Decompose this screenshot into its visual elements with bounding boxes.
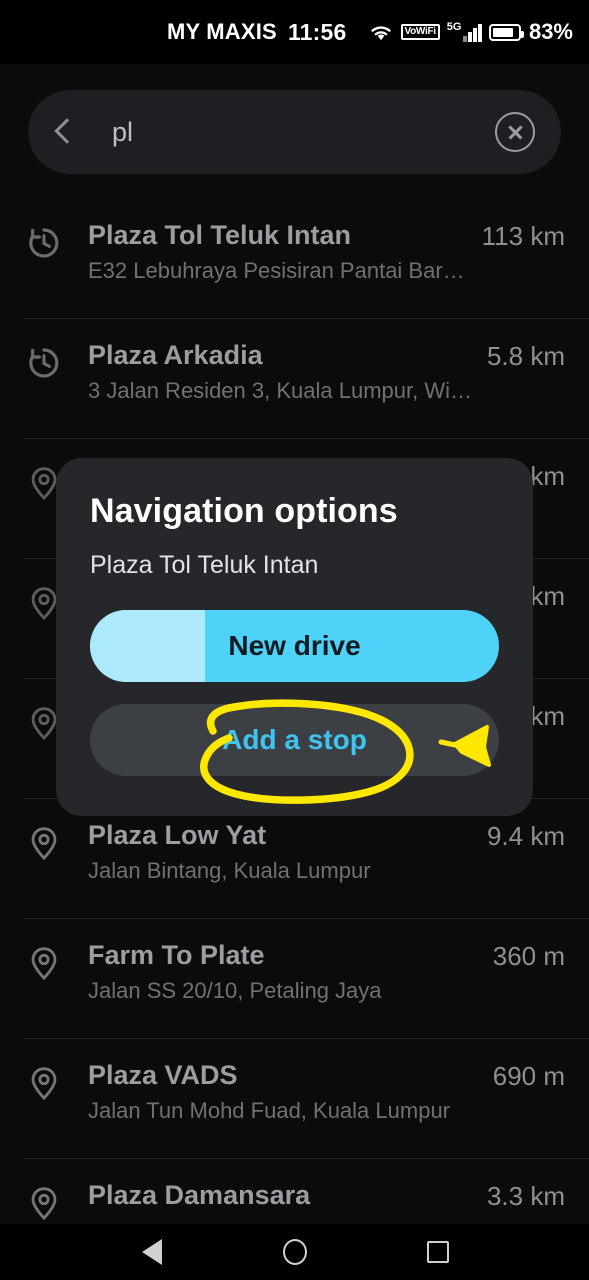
list-item[interactable]: Plaza Arkadia 3 Jalan Residen 3, Kuala L… <box>0 318 589 438</box>
status-clock: 11:56 <box>287 18 347 45</box>
list-item-text: Plaza Low Yat Jalan Bintang, Kuala Lumpu… <box>82 820 473 884</box>
new-drive-label: New drive <box>228 630 361 661</box>
list-item-subtitle: E32 Lebuhraya Pesisiran Pantai Bara… <box>88 258 468 284</box>
search-bar[interactable]: pl <box>28 90 561 174</box>
list-item-distance: 690 m <box>492 1061 565 1091</box>
signal-bars-icon <box>463 22 482 42</box>
list-item-distance: 3.3 km <box>486 1181 565 1211</box>
carrier-label: MY MAXIS <box>166 19 277 44</box>
list-item-distance: 9.4 km <box>486 821 565 851</box>
list-item[interactable]: Plaza Tol Teluk Intan E32 Lebuhraya Pesi… <box>0 198 589 318</box>
back-chevron-icon[interactable] <box>46 115 80 149</box>
nav-back-triangle-icon <box>141 1239 162 1265</box>
list-item-distance: 360 m <box>492 941 565 971</box>
list-item-title: Plaza Damansara <box>88 1180 311 1210</box>
clear-icon[interactable] <box>495 112 535 152</box>
nav-back-button[interactable] <box>129 1229 175 1275</box>
nav-home-button[interactable] <box>272 1229 318 1275</box>
battery-percent-label: 83% <box>528 19 573 44</box>
network-type-label: 5G <box>446 21 462 33</box>
status-icons: VoWiFi 5G 83% <box>368 19 573 45</box>
dialog-title: Navigation options <box>90 492 398 530</box>
list-item[interactable]: Plaza Low Yat Jalan Bintang, Kuala Lumpu… <box>0 798 589 918</box>
list-item-text: Plaza VADS Jalan Tun Mohd Fuad, Kuala Lu… <box>82 1060 479 1124</box>
list-item-subtitle: Jalan SS 20/10, Petaling Jaya <box>88 978 382 1004</box>
new-drive-progress-segment <box>90 610 205 682</box>
list-item-distance: 113 km <box>481 221 565 251</box>
search-input[interactable]: pl <box>112 117 495 148</box>
list-item-subtitle: 3 Jalan Residen 3, Kuala Lumpur, Wil… <box>88 378 473 404</box>
add-a-stop-button[interactable]: Add a stop <box>90 704 499 776</box>
list-item-title: Plaza VADS <box>88 1060 238 1090</box>
wifi-icon <box>368 22 394 42</box>
list-item-subtitle: Jalan Bintang, Kuala Lumpur <box>88 858 371 884</box>
list-item-title: Farm To Plate <box>88 940 265 970</box>
history-clock-icon <box>24 340 82 384</box>
map-pin-icon <box>24 820 82 864</box>
list-item-text: Plaza Damansara <box>82 1180 473 1218</box>
list-item-distance: 5.8 km <box>486 341 565 371</box>
list-item[interactable]: Plaza VADS Jalan Tun Mohd Fuad, Kuala Lu… <box>0 1038 589 1158</box>
search-bar-container: pl <box>28 90 561 174</box>
cellular-signal-icon: 5G <box>447 22 482 42</box>
phone-screen: MY MAXIS 11:56 VoWiFi 5G 83% pl Plaza To… <box>0 0 589 1280</box>
nav-recents-square-icon <box>426 1241 449 1263</box>
list-item[interactable]: Farm To Plate Jalan SS 20/10, Petaling J… <box>0 918 589 1038</box>
dialog-subtitle: Plaza Tol Teluk Intan <box>90 551 319 579</box>
list-item-subtitle: Jalan Tun Mohd Fuad, Kuala Lumpur <box>88 1098 451 1124</box>
list-item-title: Plaza Tol Teluk Intan <box>88 220 352 250</box>
nav-recents-button[interactable] <box>415 1229 461 1275</box>
nav-home-circle-icon <box>282 1239 307 1265</box>
map-pin-icon <box>24 940 82 984</box>
battery-icon <box>488 23 524 41</box>
new-drive-button[interactable]: New drive <box>90 610 499 682</box>
history-clock-icon <box>24 220 82 264</box>
list-item-text: Farm To Plate Jalan SS 20/10, Petaling J… <box>82 940 479 1004</box>
list-item-text: Plaza Tol Teluk Intan E32 Lebuhraya Pesi… <box>82 220 468 284</box>
map-pin-icon <box>24 1060 82 1104</box>
list-item-title: Plaza Arkadia <box>88 340 263 370</box>
add-a-stop-label: Add a stop <box>222 724 367 755</box>
list-item-title: Plaza Low Yat <box>88 820 267 850</box>
android-navigation-bar <box>0 1224 589 1280</box>
list-item-text: Plaza Arkadia 3 Jalan Residen 3, Kuala L… <box>82 340 473 404</box>
vowifi-icon: VoWiFi <box>400 24 440 40</box>
navigation-options-dialog: Navigation options Plaza Tol Teluk Intan… <box>56 458 533 816</box>
map-pin-icon <box>24 1180 82 1224</box>
status-bar: MY MAXIS 11:56 VoWiFi 5G 83% <box>0 0 589 64</box>
